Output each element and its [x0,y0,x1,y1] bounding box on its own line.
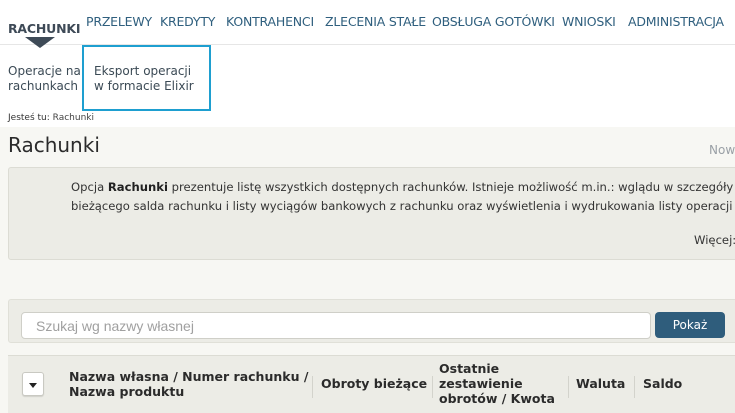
show-button[interactable]: Pokaż [655,312,725,338]
nav-przelewy[interactable]: PRZELEWY [86,14,152,29]
column-currency[interactable]: Waluta [576,376,625,391]
subnav-operacje-na-rachunkach[interactable]: Operacje na rachunkach [8,64,81,94]
nav-administracja[interactable]: ADMINISTRACJA [628,14,724,29]
more-link[interactable]: Więcej: [694,233,735,247]
page-title: Rachunki [8,133,100,157]
subnav-label-line2: rachunkach [8,79,78,93]
nav-obsluga-gotowki[interactable]: OBSŁUGA GOTÓWKI [432,14,555,29]
breadcrumb: Jesteś tu: Rachunki [8,113,94,123]
info-text-line2: bieżącego salda rachunku i listy wyciągó… [71,199,735,213]
breadcrumb-label: Jesteś tu: [8,113,50,123]
sub-navigation: Operacje na rachunkach Eksport operacji … [0,45,735,112]
column-last-statement-line1: Ostatnie [439,361,500,376]
nav-zlecenia-stale[interactable]: ZLECENIA STAŁE [325,14,426,29]
info-text-part: Opcja [71,180,108,194]
column-divider [312,376,313,398]
column-last-statement-line3: obrotów / Kwota [439,391,555,406]
info-text-bold: Rachunki [107,180,168,194]
chevron-down-icon [29,383,37,388]
column-name[interactable]: Nazwa własna / Numer rachunku / Nazwa pr… [69,369,308,399]
info-text-part: prezentuje listę wszystkich dostępnych r… [167,180,735,194]
main-content: Rachunki Now Opcja Rachunki prezentuje l… [0,127,735,413]
column-last-statement-line2: zestawienie [439,376,523,391]
nav-kredyty[interactable]: KREDYTY [160,14,215,29]
subnav-label-line1: Eksport operacji [94,64,192,78]
subnav-label-line1: Operacje na [8,64,81,78]
column-balance[interactable]: Saldo [643,376,682,391]
breadcrumb-current[interactable]: Rachunki [53,113,94,123]
info-text: Opcja Rachunki prezentuje listę wszystki… [71,178,735,216]
info-box: Opcja Rachunki prezentuje listę wszystki… [8,167,735,260]
nav-rachunki[interactable]: RACHUNKI [8,21,80,36]
column-last-statement[interactable]: Ostatnie zestawienie obrotów / Kwota [439,361,555,406]
search-panel: Pokaż [8,299,735,343]
expand-all-button[interactable] [22,372,44,396]
search-input[interactable] [21,312,651,339]
accounts-table-header: Nazwa własna / Numer rachunku / Nazwa pr… [8,355,735,413]
top-right-link[interactable]: Now [709,143,735,157]
subnav-label-line2: w formacie Elixir [94,79,194,93]
subnav-eksport-elixir[interactable]: Eksport operacji w formacie Elixir [82,45,211,111]
column-divider [634,376,635,398]
main-navigation: RACHUNKI PRZELEWY KREDYTY KONTRAHENCI ZL… [0,0,735,48]
column-divider [432,376,433,398]
column-current-turnover[interactable]: Obroty bieżące [321,376,427,391]
nav-wnioski[interactable]: WNIOSKI [562,14,616,29]
nav-kontrahenci[interactable]: KONTRAHENCI [226,14,314,29]
column-name-line2: Nazwa produktu [69,384,185,399]
column-divider [568,376,569,398]
column-name-line1: Nazwa własna / Numer rachunku / [69,369,309,384]
